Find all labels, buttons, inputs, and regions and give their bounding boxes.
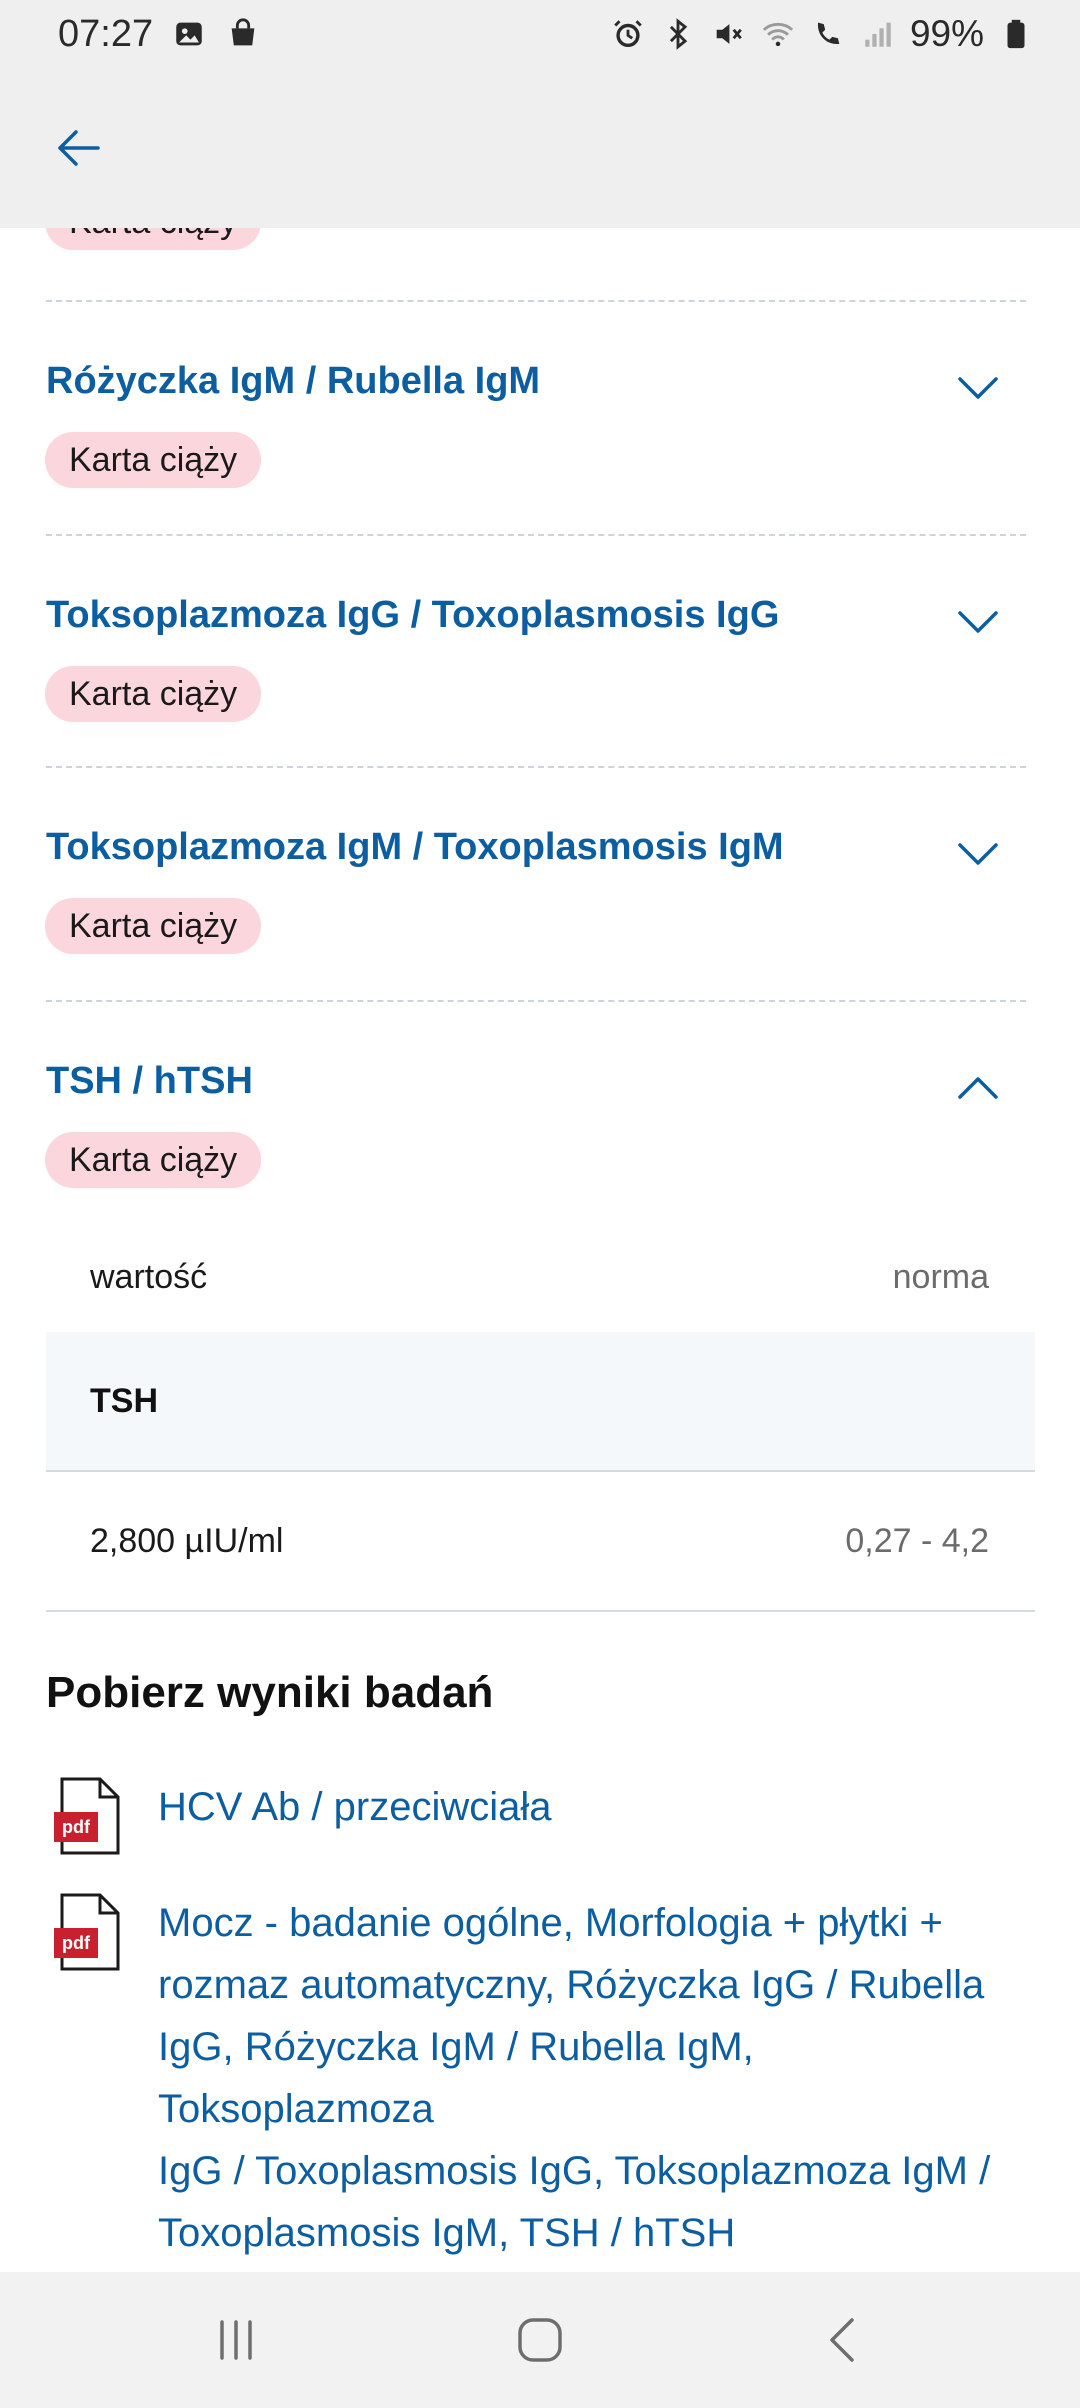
- category-badge: Karta ciąży: [45, 898, 262, 954]
- category-badge: Karta ciąży: [45, 432, 262, 488]
- chevron-down-icon[interactable]: [950, 360, 1006, 416]
- test-results-list[interactable]: Karta ciąży Różyczka IgM / Rubella IgM K…: [0, 228, 1080, 2272]
- result-value: 2,800 µIU/ml: [90, 1522, 284, 1560]
- table-header: wartość norma: [46, 1228, 1035, 1324]
- results-table: wartość norma TSH 2,800 µIU/ml 0,27 - 4,…: [46, 1228, 1035, 1618]
- signal-icon: [860, 16, 896, 52]
- image-icon: [171, 16, 207, 52]
- result-item-tsh[interactable]: TSH / hTSH Karta ciąży: [0, 1060, 1080, 1210]
- wifi-call-icon: [810, 16, 846, 52]
- divider: [46, 1000, 1026, 1002]
- status-bar-right: 99%: [610, 13, 1034, 55]
- download-link-label[interactable]: HCV Ab / przeciwciała: [158, 1776, 1038, 1838]
- header-value: wartość: [90, 1258, 208, 1296]
- alarm-icon: [610, 16, 646, 52]
- wifi-icon: [760, 16, 796, 52]
- status-time: 07:27: [58, 12, 154, 55]
- chevron-down-icon[interactable]: [950, 594, 1006, 650]
- home-button[interactable]: [504, 2308, 576, 2372]
- chevron-up-icon[interactable]: [950, 1060, 1006, 1116]
- recents-button[interactable]: [200, 2308, 272, 2372]
- result-item-title[interactable]: TSH / hTSH: [46, 1060, 253, 1103]
- download-link-line[interactable]: Mocz - badanie ogólne, Morfologia + płyt…: [158, 1892, 1038, 1954]
- svg-text:pdf: pdf: [62, 1933, 91, 1953]
- download-link-line[interactable]: rozmaz automatyczny, Różyczka IgG / Rube…: [158, 1954, 1038, 2016]
- download-link-hcv[interactable]: pdf HCV Ab / przeciwciała: [46, 1776, 1036, 1866]
- recents-icon: [220, 2320, 252, 2360]
- battery-percent: 99%: [909, 13, 984, 54]
- category-badge: Karta ciąży: [45, 228, 262, 250]
- result-item-title[interactable]: Toksoplazmoza IgM / Toxoplasmosis IgM: [46, 826, 784, 869]
- system-navigation-bar: [0, 2272, 1080, 2408]
- arrow-left-icon: [58, 130, 100, 166]
- download-link-line[interactable]: Toxoplasmosis IgM, TSH / hTSH: [158, 2202, 1038, 2264]
- chevron-down-icon[interactable]: [950, 826, 1006, 882]
- downloads-title: Pobierz wyniki badań: [46, 1668, 494, 1717]
- header-norm: norma: [892, 1258, 989, 1296]
- system-back-button[interactable]: [806, 2308, 878, 2372]
- table-group-row: TSH: [46, 1332, 1035, 1472]
- download-link-line[interactable]: HCV Ab / przeciwciała: [158, 1785, 551, 1829]
- result-item-title[interactable]: Toksoplazmoza IgG / Toxoplasmosis IgG: [46, 594, 779, 637]
- divider: [46, 534, 1026, 536]
- result-item-toxoplasmosis-igm[interactable]: Toksoplazmoza IgM / Toxoplasmosis IgM Ka…: [0, 826, 1080, 976]
- status-bar: 07:27 99%: [0, 0, 1080, 68]
- result-item-toxoplasmosis-igg[interactable]: Toksoplazmoza IgG / Toxoplasmosis IgG Ka…: [0, 594, 1080, 744]
- download-link-label[interactable]: Mocz - badanie ogólne, Morfologia + płyt…: [158, 1892, 1038, 2264]
- back-icon: [830, 2318, 854, 2362]
- back-arrow-button[interactable]: [46, 116, 110, 180]
- divider: [46, 300, 1026, 302]
- result-item-rubella-igm[interactable]: Różyczka IgM / Rubella IgM Karta ciąży: [0, 360, 1080, 510]
- reference-range: 0,27 - 4,2: [845, 1522, 989, 1560]
- table-row: 2,800 µIU/ml 0,27 - 4,2: [46, 1474, 1035, 1612]
- group-name: TSH: [90, 1382, 158, 1420]
- category-badge: Karta ciąży: [45, 666, 262, 722]
- shopping-bag-icon: [225, 16, 261, 52]
- bluetooth-icon: [660, 16, 696, 52]
- download-link-line[interactable]: IgG, Różyczka IgM / Rubella IgM, Toksopl…: [158, 2016, 1038, 2140]
- app-bar: [0, 68, 1080, 228]
- mute-icon: [710, 16, 746, 52]
- divider: [46, 766, 1026, 768]
- category-badge: Karta ciąży: [45, 1132, 262, 1188]
- status-bar-left: 07:27: [58, 13, 261, 56]
- download-link-all-results[interactable]: pdf Mocz - badanie ogólne, Morfologia + …: [46, 1892, 1036, 2255]
- svg-text:pdf: pdf: [62, 1817, 91, 1837]
- download-link-line[interactable]: IgG / Toxoplasmosis IgG, Toksoplazmoza I…: [158, 2140, 1038, 2202]
- battery-icon: [998, 16, 1034, 52]
- pdf-icon: pdf: [52, 1892, 124, 1972]
- result-item-title[interactable]: Różyczka IgM / Rubella IgM: [46, 360, 540, 403]
- home-icon: [518, 2318, 562, 2362]
- pdf-icon: pdf: [52, 1776, 124, 1856]
